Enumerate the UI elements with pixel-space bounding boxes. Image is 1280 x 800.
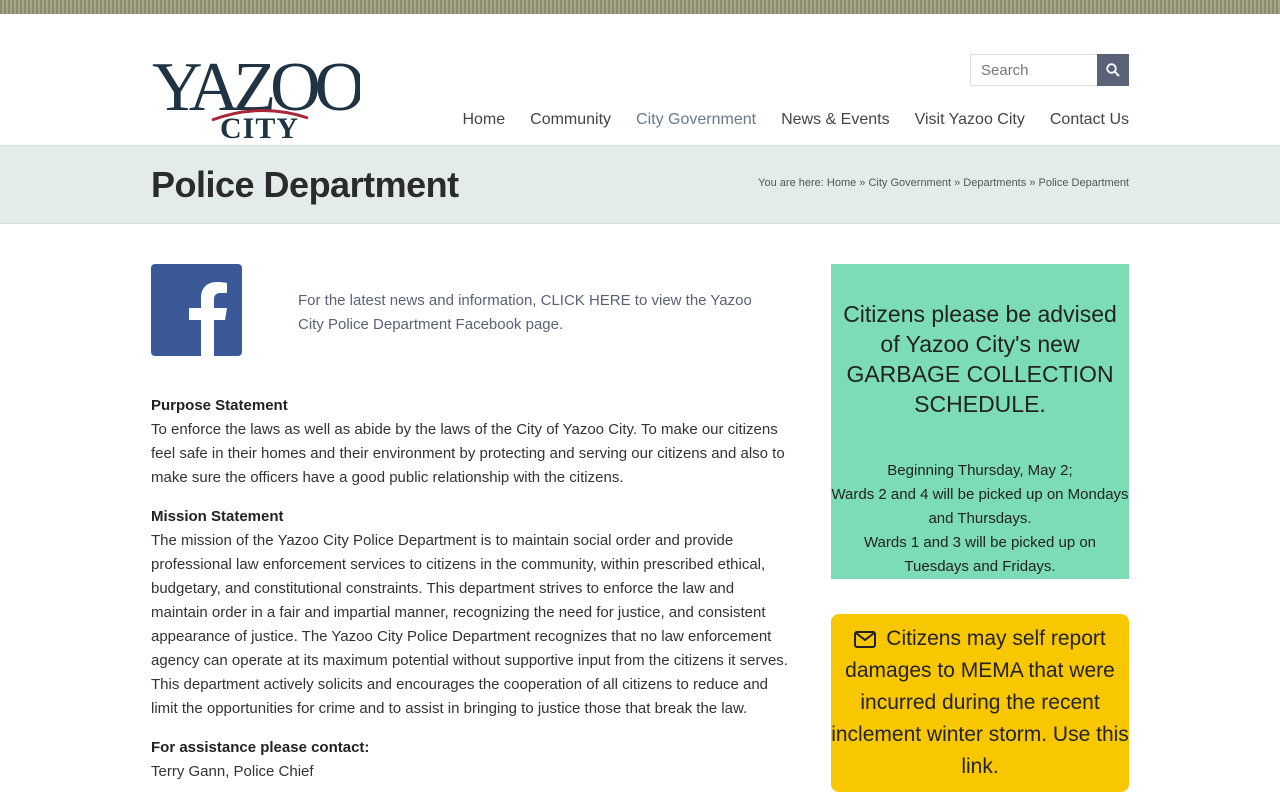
nav-news-events[interactable]: News & Events <box>781 111 889 129</box>
site-logo[interactable]: YAZOO CITY <box>150 32 369 145</box>
nav-community[interactable]: Community <box>530 111 611 129</box>
breadcrumb-home[interactable]: Home <box>827 177 856 189</box>
envelope-icon <box>854 631 877 648</box>
breadcrumb: You are here: Home » City Government » D… <box>758 177 1129 189</box>
breadcrumb-separator: » <box>1029 177 1036 189</box>
purpose-heading: Purpose Statement <box>151 397 288 414</box>
article-body: Purpose Statement To enforce the laws as… <box>151 394 791 799</box>
facebook-icon <box>151 264 242 356</box>
contact-section: For assistance please contact: Terry Gan… <box>151 736 791 784</box>
nav-home[interactable]: Home <box>462 111 505 129</box>
facebook-link[interactable] <box>151 264 242 356</box>
mission-section: Mission Statement The mission of the Yaz… <box>151 505 791 721</box>
breadcrumb-city-government[interactable]: City Government <box>868 177 951 189</box>
contact-name: Terry Gann, Police Chief <box>151 763 314 780</box>
mema-report-text: Citizens may self report damages to MEMA… <box>831 627 1129 778</box>
breadcrumb-prefix: You are here: <box>758 177 824 189</box>
search-input[interactable] <box>970 54 1097 86</box>
garbage-schedule-notice: Citizens please be advised of Yazoo City… <box>831 264 1129 579</box>
mema-report-link[interactable]: Citizens may self report damages to MEMA… <box>831 614 1129 792</box>
search-button[interactable] <box>1097 54 1129 86</box>
garbage-notice-line: Beginning Thursday, May 2; <box>887 462 1073 479</box>
garbage-notice-headline: Citizens please be advised of Yazoo City… <box>843 301 1117 417</box>
garbage-notice-details: Beginning Thursday, May 2; Wards 2 and 4… <box>831 459 1129 579</box>
nav-contact-us[interactable]: Contact Us <box>1050 111 1129 129</box>
logo-text-city: CITY <box>220 112 299 144</box>
search-icon <box>1106 63 1120 77</box>
breadcrumb-departments[interactable]: Departments <box>963 177 1026 189</box>
garbage-notice-line: Wards 1 and 3 will be picked up on Tuesd… <box>863 534 1097 575</box>
breadcrumb-current: Police Department <box>1038 177 1130 189</box>
main-nav: Home Community City Government News & Ev… <box>462 111 1129 129</box>
nav-visit-yazoo-city[interactable]: Visit Yazoo City <box>915 111 1025 129</box>
top-decorative-strip <box>0 0 1280 14</box>
purpose-text: To enforce the laws as well as abide by … <box>151 421 785 486</box>
garbage-notice-line: Wards 2 and 4 will be picked up on Monda… <box>831 486 1129 527</box>
contact-heading: For assistance please contact: <box>151 739 370 756</box>
page-title-bar: Police Department You are here: Home » C… <box>0 145 1280 224</box>
mission-heading: Mission Statement <box>151 508 284 525</box>
purpose-section: Purpose Statement To enforce the laws as… <box>151 394 791 490</box>
breadcrumb-separator: » <box>954 177 961 189</box>
site-header: YAZOO CITY Home Community City Governmen… <box>0 14 1280 145</box>
mission-text: The mission of the Yazoo City Police Dep… <box>151 532 788 717</box>
nav-city-government[interactable]: City Government <box>636 111 756 129</box>
page-title: Police Department <box>151 164 459 205</box>
breadcrumb-separator: » <box>859 177 866 189</box>
facebook-link-text[interactable]: For the latest news and information, CLI… <box>298 289 778 337</box>
search-form <box>970 54 1129 86</box>
